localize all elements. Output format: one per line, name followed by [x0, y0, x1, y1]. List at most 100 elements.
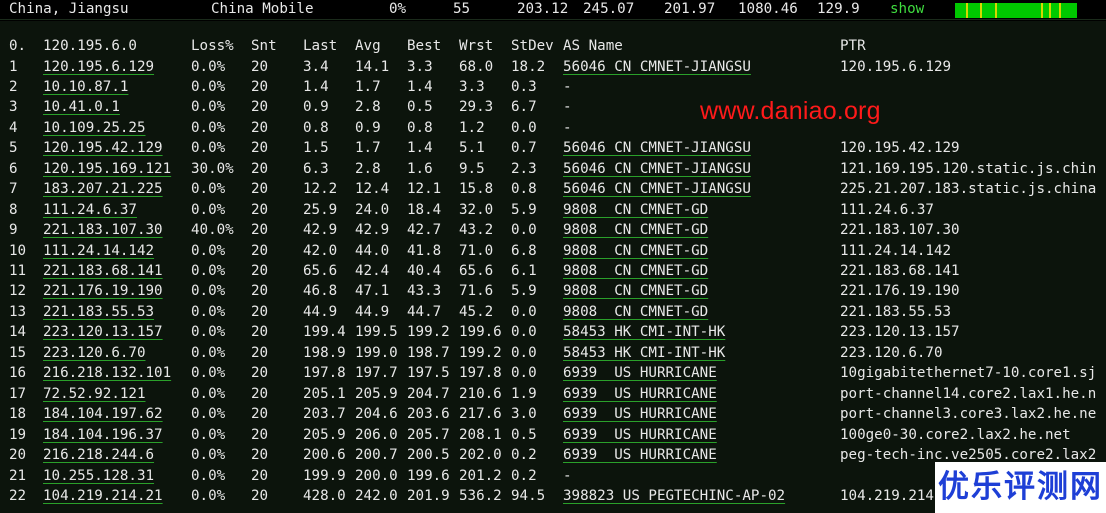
hop-number: 5 [9, 140, 18, 157]
ptr-value: 223.120.6.70 [840, 344, 943, 361]
as-name-link[interactable]: 6939 US HURRICANE [563, 363, 717, 383]
stdev-value: 0.3 [511, 78, 537, 95]
host-link[interactable]: 72.52.92.121 [43, 384, 146, 404]
loss-value: 0.0% [191, 303, 226, 320]
sparkline-spike [966, 3, 968, 18]
last-value: 42.9 [303, 222, 338, 239]
loss-value: 0.0% [191, 344, 226, 361]
as-name-link: - [563, 467, 572, 484]
ptr-value: 104.219.214 [840, 487, 934, 504]
as-name-link[interactable]: 56046 CN CMNET-JIANGSU [563, 138, 751, 158]
as-name-link[interactable]: 9808 CN CMNET-GD [563, 261, 708, 281]
snt-value: 20 [251, 365, 269, 382]
snt-value: 20 [251, 181, 269, 198]
host-link[interactable]: 10.255.128.31 [43, 466, 154, 486]
host-link[interactable]: 223.120.6.70 [43, 343, 146, 363]
stdev-value: 18.2 [511, 58, 546, 75]
hop-number: 8 [9, 201, 18, 218]
sparkline-spike [1049, 3, 1051, 18]
as-name-link[interactable]: 56046 CN CMNET-JIANGSU [563, 179, 751, 199]
wrst-value: 536.2 [459, 487, 502, 504]
as-name-link[interactable]: 9808 CN CMNET-GD [563, 200, 708, 220]
wrst-value: 71.6 [459, 283, 494, 300]
table-row: 1 120.195.6.129 0.0% 20 3.4 14.1 3.3 68.0 18.2 56… [0, 57, 1106, 77]
host-link[interactable]: 221.183.107.30 [43, 220, 163, 240]
stdev-value: 5.9 [511, 283, 537, 300]
summary-avg: 245.07 [583, 1, 635, 17]
hop-number: 16 [9, 365, 27, 382]
best-value: 204.7 [407, 385, 450, 402]
as-name-link[interactable]: 9808 CN CMNET-GD [563, 220, 708, 240]
last-value: 12.2 [303, 181, 338, 198]
ptr-value: 111.24.6.37 [840, 201, 934, 218]
last-value: 1.4 [303, 78, 329, 95]
wrst-value: 201.2 [459, 467, 502, 484]
last-value: 42.0 [303, 242, 338, 259]
as-name-link[interactable]: 6939 US HURRICANE [563, 445, 717, 465]
snt-value: 20 [251, 263, 269, 279]
host-link[interactable]: 10.10.87.1 [43, 77, 128, 97]
ptr-value: 100ge0-30.core2.lax2.he.net [840, 426, 1071, 443]
best-value: 198.7 [407, 344, 450, 361]
table-row: 2 10.10.87.1 0.0% 20 1.4 1.7 1.4 3.3 0.3 - [0, 77, 1106, 97]
avg-value: 12.4 [355, 181, 390, 198]
host-link[interactable]: 10.109.25.25 [43, 118, 146, 138]
ptr-value: 221.183.107.30 [840, 222, 960, 239]
sparkline-spike [995, 3, 997, 18]
ptr-value: 221.176.19.190 [840, 283, 960, 300]
as-name-link[interactable]: 56046 CN CMNET-JIANGSU [563, 159, 751, 179]
host-link[interactable]: 111.24.14.142 [43, 241, 154, 261]
host-link[interactable]: 221.183.55.53 [43, 302, 154, 322]
column-ptr: PTR [840, 38, 866, 54]
as-name-link[interactable]: 9808 CN CMNET-GD [563, 281, 708, 301]
host-link[interactable]: 120.195.6.129 [43, 57, 154, 77]
snt-value: 20 [251, 201, 269, 218]
host-link[interactable]: 120.195.169.121 [43, 159, 171, 179]
avg-value: 0.9 [355, 119, 381, 136]
as-name-link[interactable]: 398823 US PEGTECHINC-AP-02 [563, 486, 785, 506]
host-link[interactable]: 216.218.132.101 [43, 363, 171, 383]
as-name-link[interactable]: 56046 CN CMNET-JIANGSU [563, 57, 751, 77]
host-link[interactable]: 120.195.42.129 [43, 138, 163, 158]
show-link[interactable]: show [890, 0, 924, 19]
ptr-value: 120.195.6.129 [840, 58, 952, 75]
best-value: 203.6 [407, 406, 450, 423]
avg-value: 44.0 [355, 242, 390, 259]
stdev-value: 94.5 [511, 487, 546, 504]
host-link[interactable]: 221.176.19.190 [43, 281, 163, 301]
as-name-link[interactable]: 6939 US HURRICANE [563, 404, 717, 424]
mtr-result-panel: 0. 120.195.6.0 Loss% Snt Last Avg Best W… [0, 21, 1106, 513]
as-name-link[interactable]: 6939 US HURRICANE [563, 384, 717, 404]
host-link[interactable]: 221.183.68.141 [43, 261, 163, 281]
as-name-link[interactable]: 9808 CN CMNET-GD [563, 302, 708, 322]
host-link[interactable]: 104.219.214.21 [43, 486, 163, 506]
as-name-link[interactable]: 9808 CN CMNET-GD [563, 241, 708, 261]
host-link[interactable]: 183.207.21.225 [43, 179, 163, 199]
loss-value: 0.0% [191, 324, 226, 341]
loss-value: 0.0% [191, 365, 226, 382]
host-link[interactable]: 216.218.244.6 [43, 445, 154, 465]
last-value: 65.6 [303, 263, 338, 279]
best-value: 12.1 [407, 181, 442, 198]
snt-value: 20 [251, 406, 269, 423]
host-link[interactable]: 223.120.13.157 [43, 322, 163, 342]
host-link[interactable]: 184.104.196.37 [43, 425, 163, 445]
as-name-link[interactable]: 6939 US HURRICANE [563, 425, 717, 445]
hop-number: 21 [9, 467, 27, 484]
avg-value: 199.5 [355, 324, 398, 341]
table-row: 13 221.183.55.53 0.0% 20 44.9 44.9 44.7 45.2 0.0… [0, 302, 1106, 322]
host-link[interactable]: 184.104.197.62 [43, 404, 163, 424]
stdev-value: 0.0 [511, 344, 537, 361]
best-value: 200.5 [407, 447, 450, 464]
as-name-link[interactable]: 58453 HK CMI-INT-HK [563, 343, 725, 363]
host-link[interactable]: 10.41.0.1 [43, 97, 120, 117]
table-row: 8 111.24.6.37 0.0% 20 25.9 24.0 18.4 32.0 5.9 980… [0, 200, 1106, 220]
host-link[interactable]: 111.24.6.37 [43, 200, 137, 220]
as-name-link[interactable]: 58453 HK CMI-INT-HK [563, 322, 725, 342]
best-value: 40.4 [407, 263, 442, 279]
loss-value: 0.0% [191, 487, 226, 504]
best-value: 3.3 [407, 58, 433, 75]
ptr-value: 225.21.207.183.static.js.china [840, 181, 1097, 198]
ptr-value: 120.195.42.129 [840, 140, 960, 157]
wrst-value: 45.2 [459, 303, 494, 320]
